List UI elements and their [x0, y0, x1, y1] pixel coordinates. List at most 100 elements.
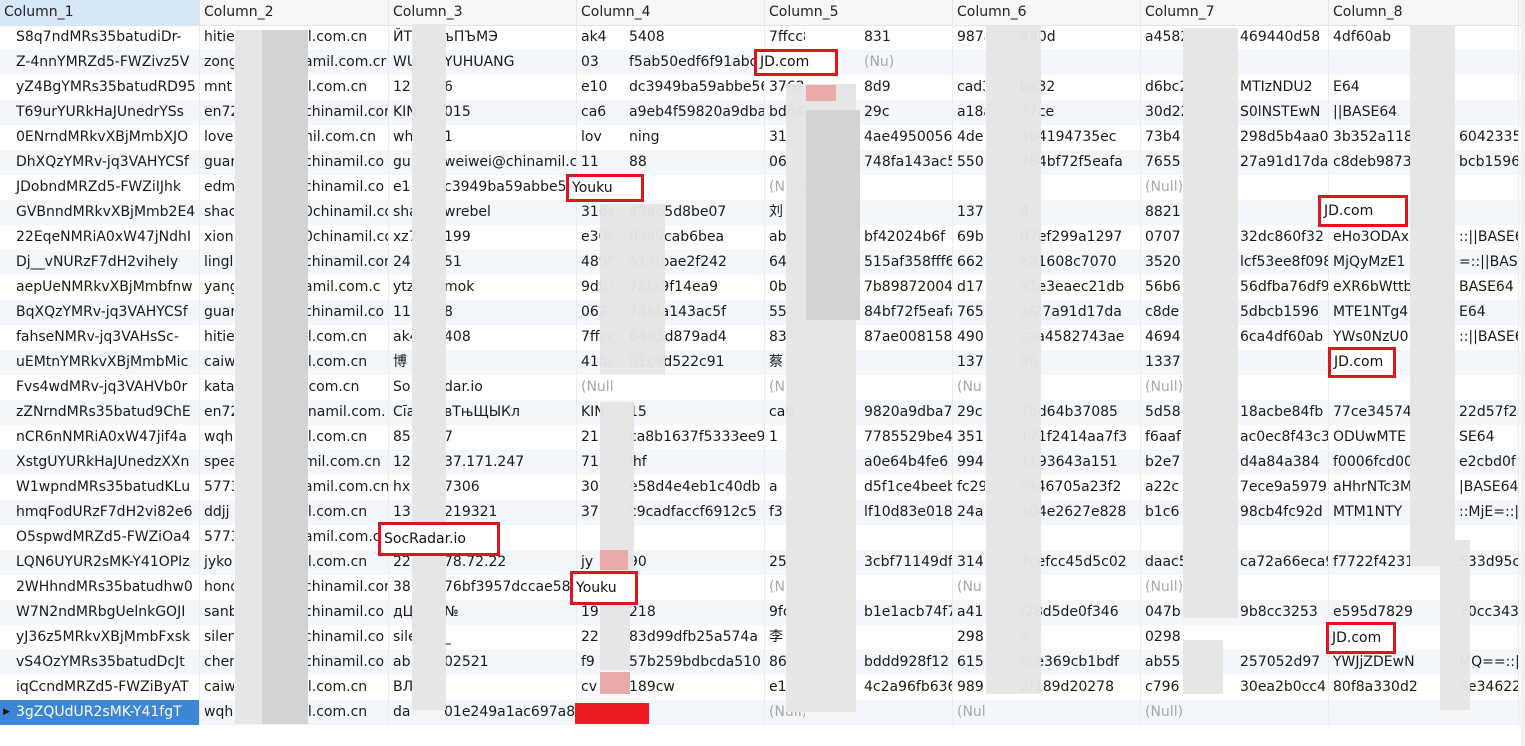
table-cell[interactable] [860, 375, 953, 400]
table-cell[interactable]: 7655 [1141, 150, 1183, 175]
table-row[interactable]: GVBnndMRkvXBjMmb2E4 shac 0chinamil.co sha wr… [0, 200, 1525, 225]
table-cell[interactable]: b1e1acb74f7 [860, 600, 953, 625]
table-cell[interactable]: c8de [1141, 300, 1183, 325]
table-cell[interactable] [953, 175, 985, 200]
table-cell[interactable]: 88 [625, 150, 765, 175]
table-cell[interactable]: chinamil.co [300, 300, 389, 325]
table-cell[interactable]: 7ffcc8106276403d879ad4 [765, 25, 805, 50]
table-cell[interactable]: Fvs4wdMRv-jq3VAHVb0r [0, 375, 200, 400]
table-cell[interactable]: il.com.cn [300, 675, 389, 700]
table-cell[interactable] [625, 525, 765, 550]
table-cell[interactable]: 5d58 [1141, 400, 1183, 425]
table-cell[interactable]: caiw [200, 675, 234, 700]
table-cell[interactable]: ak4 [577, 25, 613, 50]
table-cell[interactable]: e58d4e4eb1c40db [625, 475, 765, 500]
table-cell[interactable]: chinamil.co [300, 150, 389, 175]
table-cell[interactable]: 29c [953, 400, 985, 425]
table-cell[interactable]: 76bf3957dccae587 [440, 575, 577, 600]
table-cell[interactable]: 5dbcb1596 [1236, 300, 1329, 325]
table-cell[interactable]: 490 [953, 325, 985, 350]
table-cell[interactable]: 7785529be47 [860, 425, 953, 450]
table-cell[interactable]: en72 [200, 100, 234, 125]
table-cell[interactable]: 3gZQUdUR2sMK-Y41fgT [0, 700, 200, 725]
table-cell[interactable]: 6042335b [1455, 125, 1519, 150]
table-cell[interactable]: .com.cn [300, 375, 389, 400]
table-cell[interactable]: guar [200, 300, 234, 325]
table-cell[interactable]: 9820a9dba7 [860, 400, 953, 425]
table-cell[interactable]: il.com.cn [300, 700, 389, 725]
table-cell[interactable] [860, 350, 953, 375]
table-cell[interactable]: 550 [953, 150, 985, 175]
table-cell[interactable]: Dj__vNURzF7dH2viheIy [0, 250, 200, 275]
table-cell[interactable]: d6bc22d4a6 [1141, 75, 1183, 100]
table-cell[interactable] [1236, 700, 1329, 725]
column-header[interactable]: Column_8 [1329, 0, 1519, 25]
table-cell[interactable] [953, 50, 985, 75]
table-cell[interactable] [860, 525, 953, 550]
table-cell[interactable]: E64 [1455, 300, 1519, 325]
table-row[interactable]: W7N2ndMRbgUelnkGOJI sanb chinamil.co дЦ № 19 2… [0, 600, 1525, 625]
table-cell[interactable]: a0e64b4fe6 [860, 450, 953, 475]
table-row[interactable]: 0ENrndMRkvXBjMmbXJO love nil.com.cn wh 1 lov n… [0, 125, 1525, 150]
table-cell[interactable]: jyko [200, 550, 234, 575]
table-cell[interactable]: c3949ba59abbe56e [440, 175, 577, 200]
table-cell[interactable]: 7ece9a5979 [1236, 475, 1329, 500]
table-cell[interactable]: MTIzNDU2 [1236, 75, 1329, 100]
table-row[interactable]: Fvs4wdMRv-jq3VAHVb0r kata .com.cn So dar.io(… [0, 375, 1525, 400]
table-cell[interactable]: (Nu [953, 375, 985, 400]
table-cell[interactable]: 5408 [625, 25, 765, 50]
table-cell[interactable]: yJ36z5MRkvXBjMmbFxsk [0, 625, 200, 650]
table-cell[interactable]: 98cb4fc92d [1236, 500, 1329, 525]
table-cell[interactable]: caiw [200, 350, 234, 375]
table-cell[interactable] [860, 625, 953, 650]
table-cell[interactable]: il.com.cn [300, 425, 389, 450]
table-cell[interactable]: 218 [625, 600, 765, 625]
table-cell[interactable]: spea [200, 450, 234, 475]
table-cell[interactable]: 4de [953, 125, 985, 150]
table-cell[interactable]: T69urYURkHaJUnedrYSs [0, 100, 200, 125]
table-cell[interactable]: cad3c29a3a62 [953, 75, 985, 100]
table-cell[interactable] [1016, 700, 1141, 725]
table-cell[interactable]: hitie [200, 325, 234, 350]
table-cell[interactable]: 15 [625, 400, 765, 425]
table-cell[interactable]: XstgUYURkHaJUnedzXXn [0, 450, 200, 475]
table-cell[interactable]: il.com.cn [300, 75, 389, 100]
table-cell[interactable]: 469440d58 [1236, 25, 1329, 50]
table-cell[interactable] [1236, 200, 1329, 225]
table-cell[interactable]: edm [200, 175, 234, 200]
table-cell[interactable]: 30d22d57f2 [1141, 100, 1183, 125]
table-cell[interactable]: e2cbd0f [1455, 450, 1519, 475]
table-cell[interactable]: lcf53ee8f098 [1236, 250, 1329, 275]
table-cell[interactable]: 73b4 [1141, 125, 1183, 150]
table-cell[interactable]: 6 [440, 75, 577, 100]
table-cell[interactable]: |BASE64 [1455, 475, 1519, 500]
table-cell[interactable]: mil.com.cn [300, 450, 389, 475]
table-cell[interactable]: GVBnndMRkvXBjMmb2E4 [0, 200, 200, 225]
table-row[interactable]: XstgUYURkHaJUnedzXXn spea mil.com.cn 12 37.1… [0, 450, 1525, 475]
table-cell[interactable]: YUHUANG [440, 50, 577, 75]
table-row[interactable]: 22EqeNMRiA0xW47jNdhI xion 0chinamil.co xz7 1… [0, 225, 1525, 250]
table-cell[interactable]: 1337 [1141, 350, 1183, 375]
table-cell[interactable]: ab55 [1141, 650, 1183, 675]
table-cell[interactable]: f6aaf [1141, 425, 1183, 450]
table-cell[interactable] [1141, 525, 1183, 550]
table-cell[interactable]: xion [200, 225, 234, 250]
table-cell[interactable]: S8q7ndMRs35batudiDr- [0, 25, 200, 50]
table-cell[interactable]: 18acbe84fb [1236, 400, 1329, 425]
column-header[interactable]: Column_5 [765, 0, 953, 25]
table-cell[interactable]: 989 [953, 675, 985, 700]
table-cell[interactable] [1329, 700, 1439, 725]
table-cell[interactable]: hmqFodURzF7dH2vi82e6 [0, 500, 200, 525]
table-cell[interactable]: 56b6 [1141, 275, 1183, 300]
table-cell[interactable]: kata [200, 375, 234, 400]
table-cell[interactable]: lf10d83e018 [860, 500, 953, 525]
table-cell[interactable] [1236, 525, 1329, 550]
table-cell[interactable]: 5773 [200, 525, 234, 550]
table-cell[interactable]: daac5 [1141, 550, 1183, 575]
table-cell[interactable]: ъПЪМЭ [440, 25, 577, 50]
table-cell[interactable]: chen [200, 650, 234, 675]
table-cell[interactable]: 80f8a330d2 [1329, 675, 1439, 700]
table-cell[interactable]: il.com.cn [300, 350, 389, 375]
table-row[interactable]: iqCcndMRZd5-FWZiByAT caiw il.com.cn ВЛ cv 189… [0, 675, 1525, 700]
table-cell[interactable]: 11 [577, 150, 613, 175]
